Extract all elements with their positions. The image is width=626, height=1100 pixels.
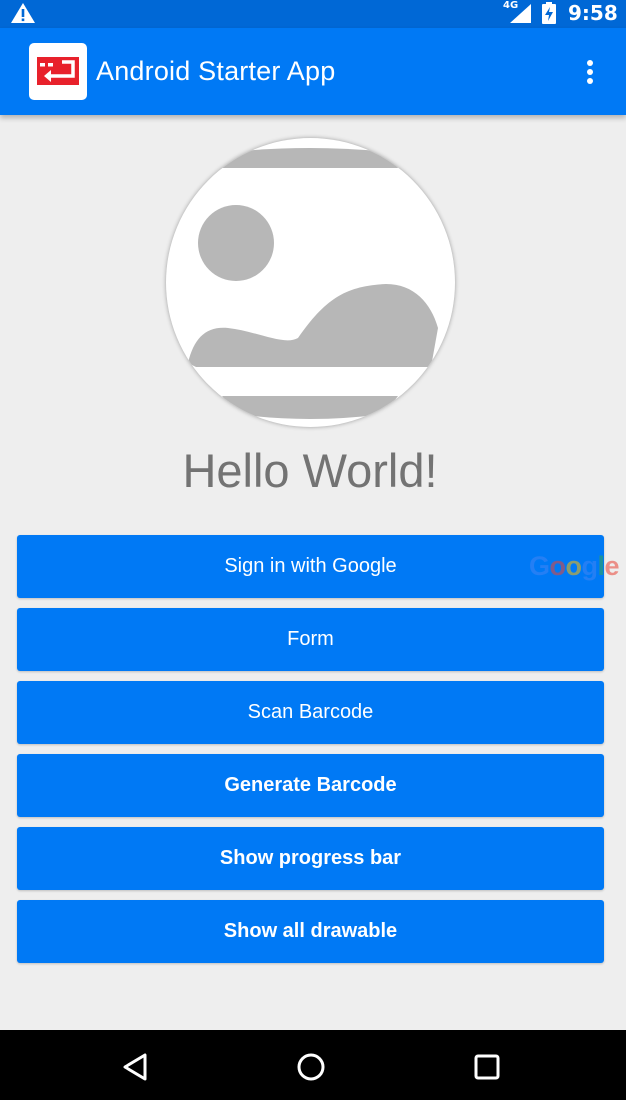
status-bar: 4G 9:58 xyxy=(0,0,626,28)
app-bar: Android Starter App xyxy=(0,28,626,115)
avatar[interactable] xyxy=(166,138,455,427)
show-progress-bar-button[interactable]: Show progress bar xyxy=(17,827,604,890)
sign-in-google-button[interactable]: Sign in with Google Google xyxy=(17,535,620,598)
google-logo: Google xyxy=(529,551,620,581)
form-label: Form xyxy=(287,628,334,650)
status-time: 9:58 xyxy=(568,1,618,25)
generate-barcode-button[interactable]: Generate Barcode xyxy=(17,754,604,817)
recents-icon[interactable] xyxy=(470,1050,504,1084)
generate-barcode-label: Generate Barcode xyxy=(224,774,397,796)
signal-icon xyxy=(510,4,531,23)
scan-barcode-button[interactable]: Scan Barcode xyxy=(17,681,604,744)
sign-in-google-label: Sign in with Google xyxy=(224,555,397,577)
image-placeholder-icon xyxy=(188,148,438,419)
app-title: Android Starter App xyxy=(96,56,336,86)
scan-barcode-label: Scan Barcode xyxy=(247,701,374,723)
home-icon[interactable] xyxy=(294,1050,328,1084)
app-logo-icon xyxy=(29,43,87,100)
warning-icon xyxy=(11,3,35,23)
show-all-drawable-label: Show all drawable xyxy=(223,920,398,942)
show-all-drawable-button[interactable]: Show all drawable xyxy=(17,900,604,963)
greeting-text: Hello World! xyxy=(182,444,438,497)
more-vert-icon[interactable] xyxy=(576,53,604,91)
back-icon[interactable] xyxy=(118,1050,152,1084)
battery-charging-icon xyxy=(542,2,556,24)
form-button[interactable]: Form xyxy=(17,608,604,671)
navigation-bar xyxy=(0,1030,626,1100)
show-progress-bar-label: Show progress bar xyxy=(219,847,402,869)
